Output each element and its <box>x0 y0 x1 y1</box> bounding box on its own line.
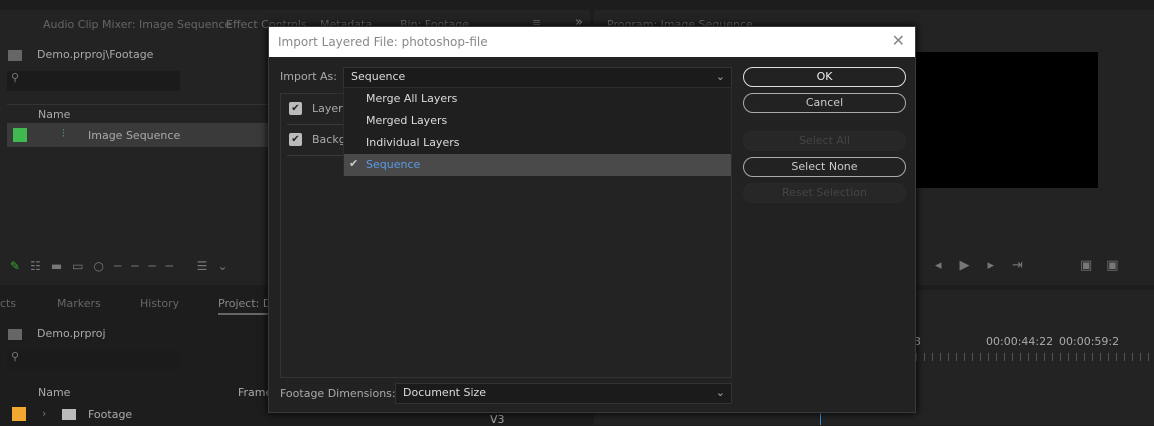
import-layered-file-dialog: Import Layered File: photoshop-file ✕ Im… <box>268 26 916 413</box>
import-as-label: Import As: <box>280 70 337 83</box>
timecode: 00:00:44:22 <box>986 335 1054 348</box>
menu-item-label: Sequence <box>366 158 421 171</box>
label-color-swatch <box>13 128 27 142</box>
search-icon: ⚲ <box>11 350 20 363</box>
expand-chevron-icon[interactable]: › <box>42 407 46 420</box>
import-as-dropdown[interactable]: Sequence ⌄ <box>343 67 732 88</box>
menu-item-sequence[interactable]: ✔ Sequence <box>344 154 731 176</box>
tab-effects[interactable]: cts <box>0 297 16 310</box>
bin-item-name: Image Sequence <box>88 129 181 142</box>
footage-dimensions-value: Document Size <box>403 386 487 399</box>
folder-icon <box>8 329 22 340</box>
transport-controls[interactable]: ◂▶▸⇥ <box>935 258 1041 273</box>
select-none-button[interactable]: Select None <box>743 157 906 177</box>
timecode: 00:00:59:2 <box>1059 335 1120 348</box>
menu-item-merged-layers[interactable]: Merged Layers <box>344 110 731 132</box>
reset-selection-button[interactable]: Reset Selection <box>743 183 906 203</box>
tab-markers[interactable]: Markers <box>57 297 101 310</box>
footage-dimensions-dropdown[interactable]: Document Size ⌄ <box>395 383 732 404</box>
layer-name: Layer <box>312 102 343 115</box>
project-item-name[interactable]: Footage <box>88 408 132 421</box>
bin-toolbar[interactable]: ✎☷▬▭○──── ☰⌄ <box>10 259 238 273</box>
tab-audio-clip-mixer[interactable]: Audio Clip Mixer: Image Sequence <box>43 18 231 31</box>
menu-item-individual-layers[interactable]: Individual Layers <box>344 132 731 154</box>
column-name[interactable]: Name <box>38 108 70 121</box>
menu-item-label: Individual Layers <box>366 136 460 149</box>
chevron-down-icon: ⌄ <box>715 386 725 399</box>
bin-header: Name <box>7 104 277 122</box>
cancel-button[interactable]: Cancel <box>743 93 906 113</box>
project-path: Demo.prproj <box>37 327 106 340</box>
checkbox-checked[interactable]: ✔ <box>289 133 302 146</box>
close-icon[interactable]: ✕ <box>892 31 905 50</box>
search-icon: ⚲ <box>11 71 20 84</box>
layer-name: Backg <box>312 133 346 146</box>
folder-icon <box>8 50 22 61</box>
ok-button[interactable]: OK <box>743 67 906 87</box>
import-as-value: Sequence <box>351 70 406 83</box>
dialog-title: Import Layered File: photoshop-file <box>278 35 488 49</box>
checkmark-icon: ✔ <box>349 157 359 170</box>
menu-item-label: Merge All Layers <box>366 92 458 105</box>
bin-search-input[interactable]: ⚲ <box>7 71 180 91</box>
menu-item-label: Merged Layers <box>366 114 448 127</box>
track-label: V3 <box>490 413 505 426</box>
tab-project[interactable]: Project: D <box>218 297 272 315</box>
project-search-input[interactable]: ⚲ <box>7 350 180 370</box>
footage-dimensions-label: Footage Dimensions: <box>280 387 396 400</box>
lift-extract-icons[interactable]: ▣▣ <box>1080 258 1133 273</box>
label-color-swatch <box>12 407 26 421</box>
column-name[interactable]: Name <box>38 386 70 399</box>
import-as-menu: Merge All Layers Merged Layers Individua… <box>343 87 732 176</box>
checkbox-checked[interactable]: ✔ <box>289 102 302 115</box>
time-ruler[interactable] <box>916 353 1154 361</box>
dialog-title-bar: Import Layered File: photoshop-file ✕ <box>269 27 915 57</box>
bin-item-row[interactable]: ⫶ Image Sequence <box>7 123 277 147</box>
bin-path: Demo.prproj\Footage <box>37 48 154 61</box>
chevron-down-icon: ⌄ <box>715 70 725 83</box>
menu-item-merge-all-layers[interactable]: Merge All Layers <box>344 88 731 110</box>
sequence-icon: ⫶ <box>62 127 65 140</box>
playhead[interactable] <box>820 413 821 425</box>
program-video-preview <box>914 52 1098 188</box>
tab-history[interactable]: History <box>140 297 179 310</box>
folder-icon <box>62 409 76 420</box>
select-all-button[interactable]: Select All <box>743 131 906 151</box>
